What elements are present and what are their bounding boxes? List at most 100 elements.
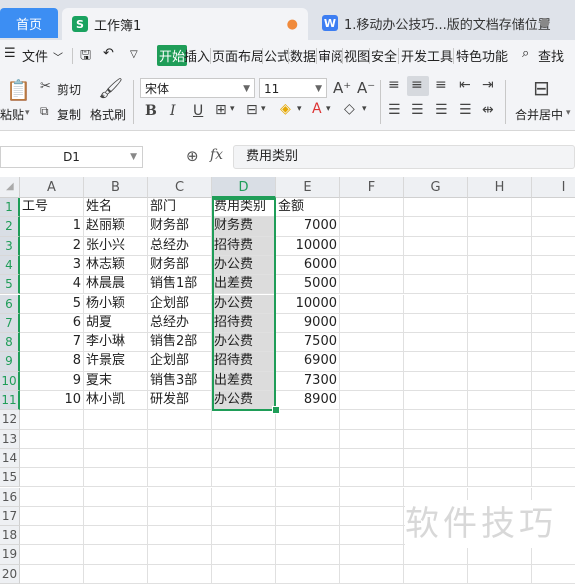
cut-icon[interactable]: ✂ bbox=[40, 79, 51, 94]
cell-a12[interactable] bbox=[20, 410, 84, 430]
cell-g19[interactable] bbox=[404, 545, 468, 565]
cell-g5[interactable] bbox=[404, 275, 468, 295]
row-header-14[interactable]: 14 bbox=[0, 448, 20, 469]
row-header-11[interactable]: 11 bbox=[0, 391, 20, 411]
cell-b17[interactable] bbox=[84, 506, 148, 527]
cell-f17[interactable] bbox=[340, 506, 404, 527]
cell-i20[interactable] bbox=[532, 565, 575, 584]
cell-e11[interactable]: 8900 bbox=[276, 391, 340, 411]
cell-d14[interactable] bbox=[212, 448, 276, 469]
cell-d11[interactable]: 办公费 bbox=[212, 391, 276, 411]
row-header-9[interactable]: 9 bbox=[0, 352, 20, 372]
cell-d16[interactable] bbox=[212, 487, 276, 507]
cell-g9[interactable] bbox=[404, 352, 468, 372]
decrease-font-icon[interactable]: A⁻ bbox=[357, 79, 375, 97]
cell-c18[interactable] bbox=[148, 526, 212, 546]
cell-g15[interactable] bbox=[404, 468, 468, 488]
cell-d12[interactable] bbox=[212, 410, 276, 430]
cell-c1[interactable]: 部门 bbox=[148, 198, 212, 218]
cell-c6[interactable]: 企划部 bbox=[148, 294, 212, 314]
cell-c20[interactable] bbox=[148, 564, 212, 584]
cell-g13[interactable] bbox=[404, 429, 468, 449]
fx-icon[interactable]: fx bbox=[210, 147, 223, 163]
cell-h19[interactable] bbox=[468, 545, 532, 565]
cell-e12[interactable] bbox=[276, 410, 340, 430]
cell-f2[interactable] bbox=[340, 217, 404, 237]
cell-h7[interactable] bbox=[468, 313, 532, 334]
cell-e1[interactable]: 金额 bbox=[276, 198, 340, 218]
cell-a13[interactable] bbox=[20, 429, 84, 449]
row-header-20[interactable]: 20 bbox=[0, 564, 20, 584]
cell-i19[interactable] bbox=[532, 545, 575, 565]
cell-d5[interactable]: 出差费 bbox=[212, 275, 276, 295]
cell-d3[interactable]: 招待费 bbox=[212, 236, 276, 256]
cell-a3[interactable]: 2 bbox=[20, 236, 84, 256]
cell-b1[interactable]: 姓名 bbox=[84, 198, 148, 218]
eraser-dropdown-icon[interactable]: ▾ bbox=[362, 104, 367, 114]
cell-e18[interactable] bbox=[276, 526, 340, 546]
cell-b2[interactable]: 赵丽颖 bbox=[84, 217, 148, 237]
column-header-i[interactable]: I bbox=[532, 177, 575, 198]
row-header-1[interactable]: 1 bbox=[0, 198, 20, 218]
menu-developer-tools[interactable]: 开发工具 bbox=[401, 46, 453, 65]
cell-b18[interactable] bbox=[84, 526, 148, 546]
cell-i3[interactable] bbox=[532, 237, 575, 256]
tab-document[interactable]: W 1.移动办公技巧...版的文档存储位置 ● bbox=[312, 8, 562, 38]
column-header-a[interactable]: A bbox=[20, 177, 84, 198]
row-header-18[interactable]: 18 bbox=[0, 526, 20, 546]
name-box[interactable]: D1 ▼ bbox=[0, 146, 143, 168]
column-header-e[interactable]: E bbox=[276, 177, 340, 198]
cell-e20[interactable] bbox=[276, 564, 340, 584]
cell-i13[interactable] bbox=[532, 430, 575, 449]
cell-d2[interactable]: 财务费 bbox=[212, 217, 276, 237]
cell-a14[interactable] bbox=[20, 448, 84, 469]
fill-handle[interactable] bbox=[272, 406, 280, 414]
cell-e16[interactable] bbox=[276, 487, 340, 507]
cell-d4[interactable]: 办公费 bbox=[212, 255, 276, 276]
cell-i9[interactable] bbox=[532, 352, 575, 372]
save-icon[interactable]: 🖫 bbox=[80, 46, 91, 68]
align-left-icon[interactable]: ☰ bbox=[388, 102, 401, 118]
cell-f10[interactable] bbox=[340, 371, 404, 391]
align-center-icon[interactable]: ☰ bbox=[411, 102, 424, 118]
cell-a16[interactable] bbox=[20, 487, 84, 507]
cell-b16[interactable] bbox=[84, 487, 148, 507]
align-bottom-icon[interactable]: ≡ bbox=[435, 77, 447, 93]
cell-d15[interactable] bbox=[212, 468, 276, 488]
column-header-c[interactable]: C bbox=[148, 177, 212, 198]
cell-e9[interactable]: 6900 bbox=[276, 352, 340, 372]
cell-f12[interactable] bbox=[340, 410, 404, 430]
menu-view[interactable]: 视图 bbox=[344, 46, 370, 65]
cell-i12[interactable] bbox=[532, 410, 575, 430]
cut-label[interactable]: 剪切 bbox=[57, 81, 81, 98]
fill-color-icon[interactable]: ◈ bbox=[280, 101, 291, 117]
cell-a2[interactable]: 1 bbox=[20, 217, 84, 237]
font-color-dropdown-icon[interactable]: ▾ bbox=[326, 104, 331, 114]
cell-h1[interactable] bbox=[468, 198, 532, 218]
cell-h5[interactable] bbox=[468, 275, 532, 295]
cell-d1[interactable]: 费用类别 bbox=[212, 198, 276, 218]
cell-f19[interactable] bbox=[340, 545, 404, 565]
cell-h3[interactable] bbox=[468, 236, 532, 256]
cell-e13[interactable] bbox=[276, 429, 340, 449]
cell-f15[interactable] bbox=[340, 468, 404, 488]
row-header-16[interactable]: 16 bbox=[0, 487, 20, 507]
quick-access-dropdown-icon[interactable]: ▽ bbox=[130, 49, 138, 60]
row-header-17[interactable]: 17 bbox=[0, 506, 20, 527]
indent-decrease-icon[interactable]: ⇤ bbox=[459, 77, 471, 93]
cell-i4[interactable] bbox=[532, 256, 575, 276]
align-right-icon[interactable]: ☰ bbox=[435, 102, 448, 118]
cell-e3[interactable]: 10000 bbox=[276, 236, 340, 256]
cell-f4[interactable] bbox=[340, 255, 404, 276]
cell-c4[interactable]: 财务部 bbox=[148, 255, 212, 276]
cell-b12[interactable] bbox=[84, 410, 148, 430]
cell-e14[interactable] bbox=[276, 448, 340, 469]
border-icon[interactable]: ⊞ bbox=[215, 102, 227, 118]
cell-i15[interactable] bbox=[532, 468, 575, 488]
tab-close-icon[interactable]: ● bbox=[540, 15, 550, 29]
indent-increase-icon[interactable]: ⇥ bbox=[482, 77, 494, 93]
cell-f5[interactable] bbox=[340, 275, 404, 295]
cell-g12[interactable] bbox=[404, 410, 468, 430]
column-header-f[interactable]: F bbox=[340, 177, 404, 198]
cell-c2[interactable]: 财务部 bbox=[148, 217, 212, 237]
